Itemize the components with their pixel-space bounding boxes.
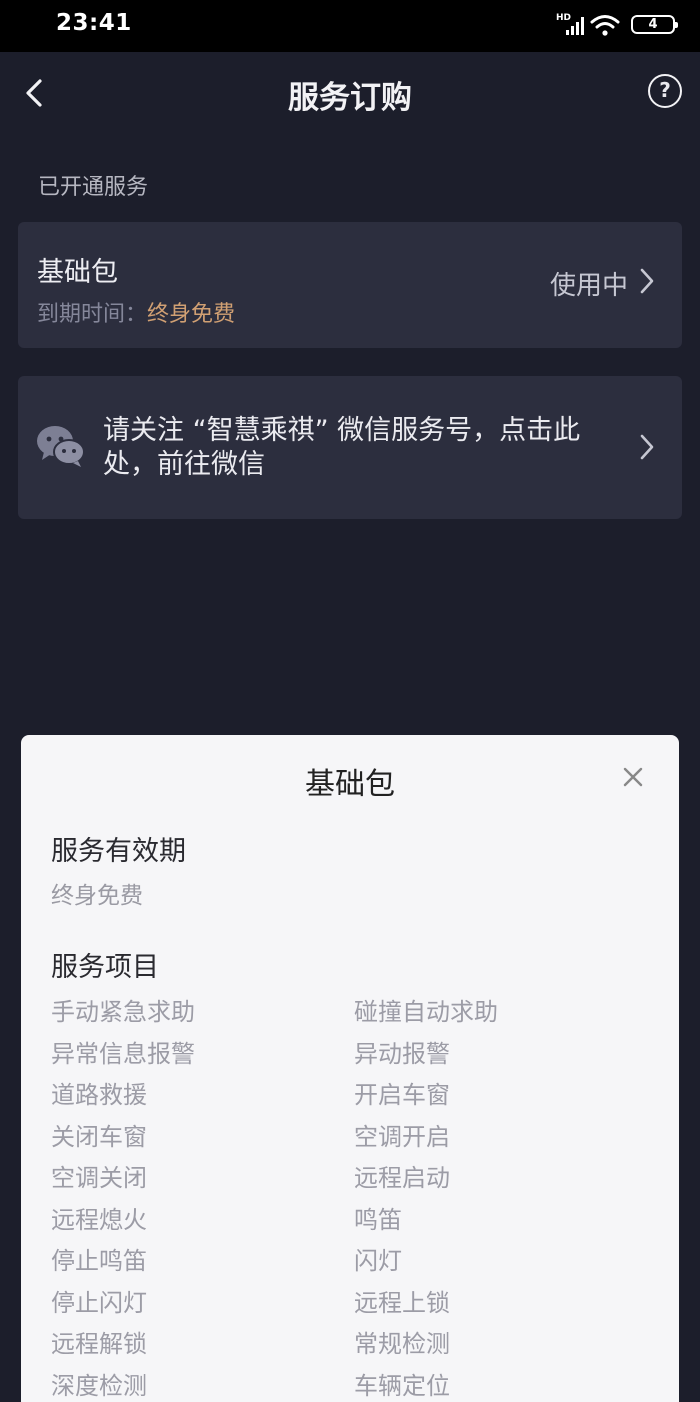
service-item: 手动紧急求助 (51, 998, 195, 1026)
service-item: 开启车窗 (354, 1081, 450, 1109)
help-icon[interactable]: ? (648, 74, 682, 108)
service-item: 碰撞自动求助 (354, 998, 498, 1026)
chevron-right-icon (640, 434, 654, 460)
sheet-title: 基础包 (305, 767, 395, 802)
nav-bar: 服务订购 ? (0, 52, 700, 132)
service-item: 异常信息报警 (51, 1039, 195, 1068)
close-icon[interactable] (623, 767, 643, 787)
battery-icon: 4 (631, 15, 678, 34)
chevron-right-icon (640, 268, 654, 294)
service-item: 关闭车窗 (51, 1122, 147, 1151)
package-detail-sheet: 基础包 服务有效期 终身免费 服务项目 手动紧急求助 碰撞自动求助异常信息报警 异动… (21, 735, 679, 1402)
validity-heading: 服务有效期 (51, 836, 186, 867)
subscription-name: 基础包 (37, 257, 118, 288)
wifi-icon (590, 15, 620, 36)
service-item: 远程解锁 (51, 1330, 147, 1358)
service-item: 深度检测 (51, 1371, 147, 1400)
service-item: 鸣笛 (354, 1205, 402, 1234)
service-item: 停止闪灯 (51, 1288, 147, 1317)
subscription-card[interactable]: 基础包 到期时间：终身免费 使用中 (18, 222, 682, 348)
service-item: 异动报警 (354, 1039, 450, 1068)
page-title: 服务订购 (288, 80, 412, 116)
wechat-follow-card[interactable]: 请关注 “智慧乘祺” 微信服务号，点击此处，前往微信 (18, 376, 682, 519)
cellular-signal-icon: HD (556, 13, 586, 37)
service-item: 空调开启 (354, 1122, 450, 1151)
service-item: 远程上锁 (354, 1288, 450, 1317)
section-label: 已开通服务 (38, 175, 149, 200)
service-item: 常规检测 (354, 1330, 450, 1358)
service-item: 远程熄火 (51, 1205, 147, 1234)
service-item: 空调关闭 (51, 1164, 147, 1192)
status-bar: 23:41 HD 4 (0, 0, 700, 52)
wechat-follow-text: 请关注 “智慧乘祺” 微信服务号，点击此处，前往微信 (103, 415, 581, 480)
expire-label: 到期时间： (37, 302, 148, 327)
service-item: 车辆定位 (354, 1371, 450, 1400)
service-item: 远程启动 (354, 1164, 450, 1192)
items-heading: 服务项目 (51, 952, 159, 983)
service-item: 道路救援 (51, 1081, 147, 1109)
expire-info: 到期时间：终身免费 (37, 296, 235, 328)
status-time: 23:41 (56, 10, 132, 36)
service-item: 停止鸣笛 (51, 1247, 147, 1275)
expire-value: 终身免费 (147, 302, 236, 327)
wechat-icon (37, 426, 85, 467)
validity-value: 终身免费 (51, 883, 143, 909)
service-item: 闪灯 (354, 1247, 402, 1275)
subscription-status: 使用中 (549, 271, 628, 301)
